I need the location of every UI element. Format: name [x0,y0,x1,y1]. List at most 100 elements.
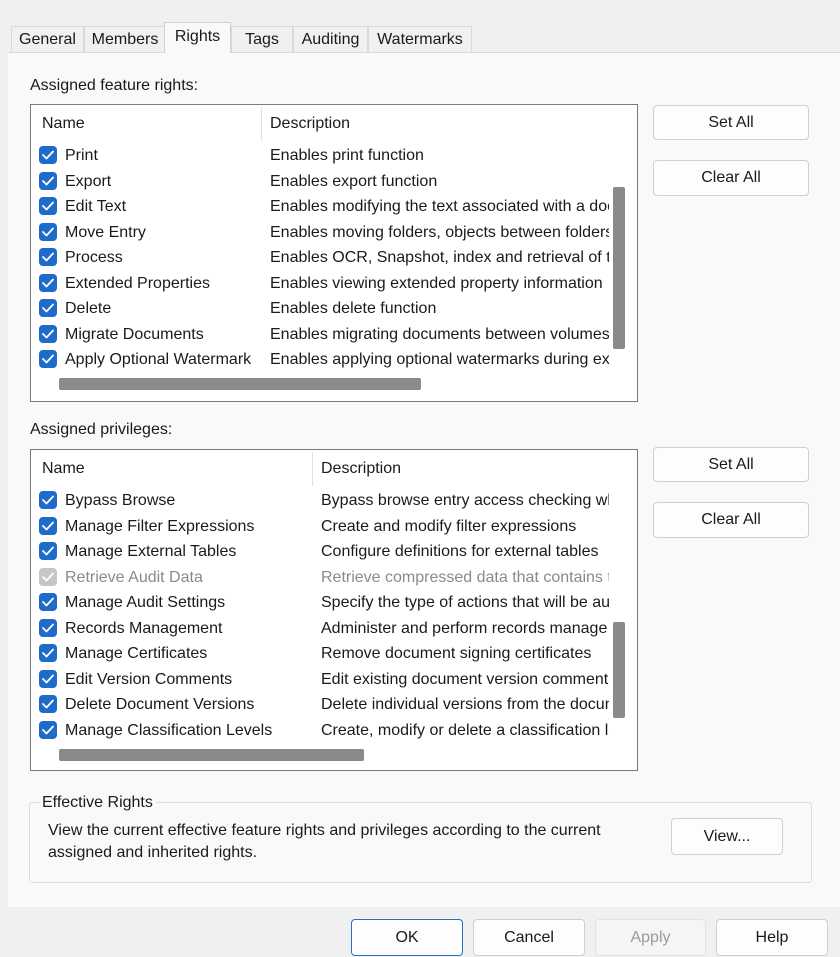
tab-watermarks[interactable]: Watermarks [368,26,472,52]
checkbox[interactable] [39,618,57,637]
item-description: Enables viewing extended property inform… [270,274,603,292]
feature-rights-list[interactable]: Name Description Print Enables print func… [30,104,638,402]
checkbox[interactable] [39,197,57,215]
column-divider[interactable] [261,107,262,141]
checkbox[interactable] [39,146,57,164]
help-button[interactable]: Help [716,919,828,956]
checkbox[interactable] [39,695,57,713]
tab-tags[interactable]: Tags [231,26,293,52]
item-description: Enables migrating documents between volu… [270,325,610,343]
vscroll-thumb[interactable] [613,187,625,349]
checkbox[interactable] [39,542,57,560]
item-name: Manage Filter Expressions [65,517,255,535]
privileges-set-all-button[interactable]: Set All [653,447,809,482]
checkmark-icon [42,150,54,160]
apply-button[interactable]: Apply [595,919,706,956]
privileges-vscrollbar[interactable] [609,452,629,746]
privileges-hscroll-thumb[interactable] [59,749,364,761]
item-description: Configure definitions for external table… [321,543,599,560]
list-item[interactable]: Edit Text Enables modifying the text asso… [31,194,631,219]
item-description: Create and modify filter expressions [321,517,577,535]
list-item[interactable]: Migrate Documents Enables migrating docum… [31,322,631,347]
checkmark-icon [42,623,54,632]
item-name: Bypass Browse [65,492,176,509]
list-item[interactable]: Manage Audit Settings Specify the type of… [31,590,631,615]
tab-rights[interactable]: Rights [164,22,231,53]
checkmark-icon [42,252,54,262]
effective-rights-description: View the current effective feature right… [48,820,601,864]
vscroll-thumb[interactable] [613,622,625,718]
list-item[interactable]: Extended Properties Enables viewing exten… [31,271,631,296]
list-item[interactable]: Manage External Tables Configure definiti… [31,539,631,564]
cancel-button[interactable]: Cancel [473,919,585,956]
checkmark-icon [42,725,54,734]
item-name: Apply Optional Watermark [65,351,252,368]
checkbox[interactable] [39,171,57,190]
checkmark-icon [42,674,54,683]
feature-rights-vscrollbar[interactable] [609,107,629,375]
checkbox[interactable] [39,644,57,662]
list-item[interactable]: Manage Filter Expressions Create and modi… [31,514,631,539]
checkmark-icon [42,176,54,185]
tab-members[interactable]: Members [84,26,166,52]
column-header-name[interactable]: Name [42,105,85,143]
item-description: Enables export function [270,172,438,190]
list-item[interactable]: Manage Classification Levels Create, modi… [31,718,631,743]
item-description: Specify the type of actions that will be… [321,594,619,611]
checkbox[interactable] [39,273,57,292]
item-name: Manage Classification Levels [65,721,273,739]
list-item[interactable]: Apply Optional Watermark Enables applying… [31,347,631,372]
item-name: Edit Version Comments [65,670,233,688]
item-name: Export [65,172,112,190]
feature-rights-clear-all-button[interactable]: Clear All [653,160,809,196]
checkbox[interactable] [39,222,57,241]
list-item[interactable]: Delete Enables delete function [31,296,631,321]
checkmark-icon [42,521,54,530]
ok-button[interactable]: OK [351,919,463,956]
item-name: Manage External Tables [65,543,237,560]
checkbox[interactable] [39,350,57,368]
checkbox[interactable] [39,299,57,317]
effective-rights-text-line1: View the current effective feature right… [48,822,601,839]
list-item[interactable]: Export Enables export function [31,169,631,194]
list-item[interactable]: Move Entry Enables moving folders, object… [31,220,631,245]
column-header-description[interactable]: Description [270,105,350,143]
item-name: Print [65,147,98,164]
checkbox[interactable] [39,720,57,739]
list-item[interactable]: Manage Certificates Remove document signi… [31,641,631,666]
view-button[interactable]: View... [671,818,783,855]
checkbox[interactable] [39,593,57,611]
tab-general[interactable]: General [11,26,84,52]
checkbox[interactable] [39,324,57,343]
list-item[interactable]: Print Enables print function [31,143,631,168]
item-description: Enables modifying the text associated wi… [270,198,616,215]
column-header-description[interactable]: Description [321,450,401,488]
checkbox[interactable] [39,516,57,535]
privileges-clear-all-button[interactable]: Clear All [653,502,809,538]
list-item[interactable]: Delete Document Versions Delete individua… [31,692,631,717]
list-item[interactable]: Edit Version Comments Edit existing docum… [31,667,631,692]
checkmark-icon [42,648,54,658]
feature-rights-set-all-button[interactable]: Set All [653,105,809,140]
checkmark-icon [42,495,54,505]
feature-rights-hscroll-thumb[interactable] [59,378,421,390]
list-item[interactable]: Records Management Administer and perform… [31,616,631,641]
checkbox[interactable] [39,491,57,509]
checkbox[interactable] [39,248,57,266]
checkmark-icon [42,278,54,287]
checkmark-icon [42,329,54,338]
item-description: Create, modify or delete a classificatio… [321,721,618,739]
list-item[interactable]: Retrieve Audit Data Retrieve compressed d… [31,565,631,590]
item-name: Extended Properties [65,274,210,292]
tab-auditing[interactable]: Auditing [293,26,368,52]
checkmark-icon [42,597,54,607]
column-divider[interactable] [312,452,313,486]
checkmark-icon [42,354,54,364]
list-item[interactable]: Bypass Browse Bypass browse entry access … [31,488,631,513]
checkbox[interactable] [39,669,57,688]
effective-rights-text-line2: assigned and inherited rights. [48,844,258,861]
privileges-list[interactable]: Name Description Bypass Browse Bypass bro… [30,449,638,771]
list-item[interactable]: Process Enables OCR, Snapshot, index and … [31,245,631,270]
item-description: Delete individual versions from the docu… [321,696,614,713]
column-header-name[interactable]: Name [42,450,85,488]
